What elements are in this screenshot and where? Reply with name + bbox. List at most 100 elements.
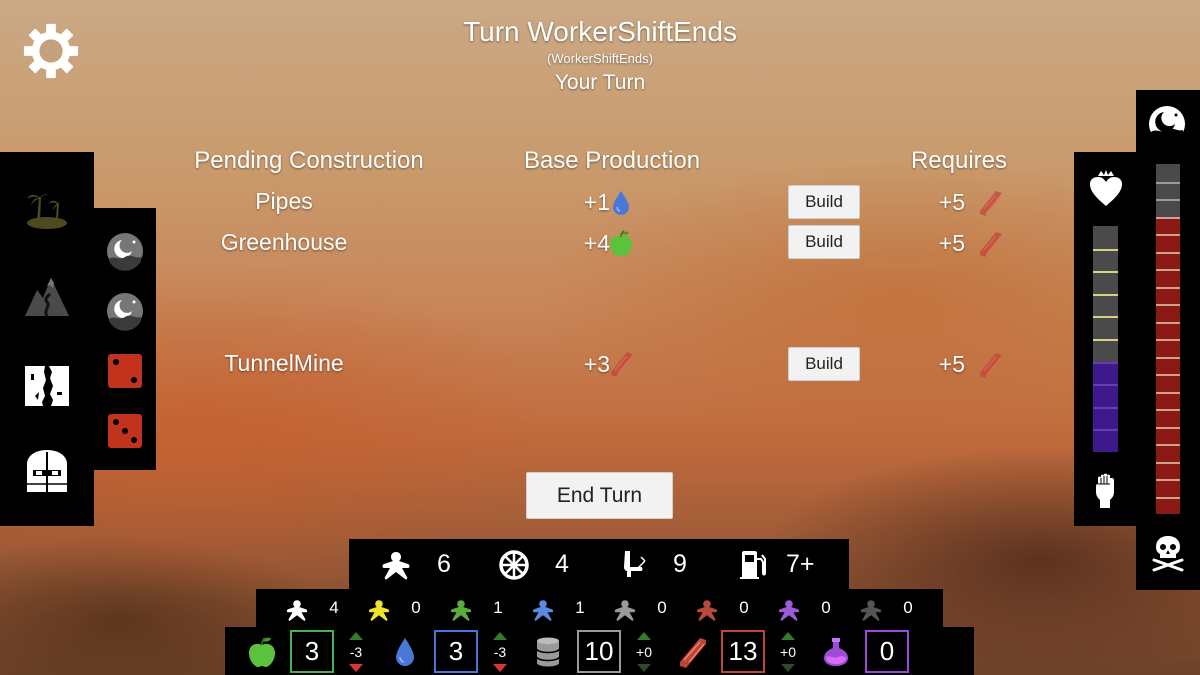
yellow-meeple-count: 0 <box>411 598 421 617</box>
food-value-box: 3 <box>290 630 334 673</box>
night-moon-icon <box>107 293 143 331</box>
construction-name-tunnelmine: TunnelMine <box>224 350 344 376</box>
threat-gauge-cell <box>1156 339 1180 357</box>
threat-gauge-cell <box>1156 409 1180 427</box>
morale-gauge-cell <box>1093 429 1118 452</box>
production-value-tunnelmine: +3 <box>583 351 610 377</box>
purple-meeple-icon <box>778 600 800 621</box>
fuel-delta-value: +0 <box>636 644 652 660</box>
skull-crossbones-icon <box>1152 536 1184 572</box>
gray-meeple-count: 0 <box>657 598 667 617</box>
night-moon-icon <box>107 233 143 271</box>
bunker-door-icon[interactable] <box>23 448 71 496</box>
morale-gauge <box>1093 226 1118 452</box>
seat-icon <box>624 551 646 577</box>
production-value-greenhouse: +4 <box>583 230 610 256</box>
threat-gauge-cell <box>1156 444 1180 462</box>
threat-gauge <box>1156 164 1180 514</box>
morale-gauge-cell <box>1093 226 1118 249</box>
requires-value-pipes: +5 <box>938 189 965 215</box>
die-two-icon <box>108 414 142 448</box>
production-value-pipes: +1 <box>583 189 610 215</box>
threat-gauge-cell <box>1156 321 1180 339</box>
blue-meeple-icon <box>532 600 554 621</box>
threat-gauge-cell <box>1156 496 1180 514</box>
threat-gauge-cell <box>1156 461 1180 479</box>
meeple-bar <box>256 589 943 629</box>
green-meeple-count: 1 <box>493 598 503 617</box>
wheel-value: 4 <box>555 550 569 578</box>
threat-gauge-cell <box>1156 479 1180 497</box>
island-icon[interactable] <box>23 183 71 231</box>
apple-icon <box>249 637 275 667</box>
threat-gauge-cell <box>1156 164 1180 182</box>
steel-beam-icon <box>980 353 1002 378</box>
water-delta-value: -3 <box>493 644 507 660</box>
fuel-value-box: 10 <box>577 630 621 673</box>
threat-gauge-cell <box>1156 199 1180 217</box>
morale-gauge-cell <box>1093 316 1118 339</box>
wheel-icon <box>499 550 529 580</box>
morale-gauge-cell <box>1093 406 1118 430</box>
white-meeple-count: 4 <box>329 598 339 617</box>
threat-gauge-cell <box>1156 286 1180 304</box>
threat-gauge-cell <box>1156 234 1180 252</box>
construction-name-pipes: Pipes <box>255 188 313 214</box>
steel-value-box: 13 <box>721 630 765 673</box>
threat-gauge-cell <box>1156 269 1180 287</box>
medicine-value: 0 <box>879 636 895 666</box>
food-value: 3 <box>304 636 320 666</box>
crowned-heart-icon <box>1090 170 1122 206</box>
morale-gauge-cell <box>1093 248 1118 272</box>
morale-gauge-cell <box>1093 361 1118 385</box>
build-button-pipes[interactable]: Build <box>788 185 860 219</box>
threat-gauge-cell <box>1156 304 1180 322</box>
morale-gauge-cell <box>1093 384 1118 407</box>
workers-total: 6 <box>437 550 451 578</box>
dark-gray-meeple-count: 0 <box>903 598 913 617</box>
water-drop-icon <box>613 191 629 215</box>
morale-gauge-cell <box>1093 293 1118 317</box>
threat-gauge-cell <box>1156 251 1180 269</box>
turn-status: Your Turn <box>554 71 646 94</box>
water-value-box: 3 <box>434 630 478 673</box>
steel-beam-icon <box>611 352 633 377</box>
fuel-value: 10 <box>584 636 614 666</box>
seat-value: 9 <box>673 550 687 578</box>
water-delta: -3 <box>486 632 514 672</box>
threat-gauge-cell <box>1156 216 1180 234</box>
fuel-pump-icon <box>740 551 766 579</box>
construction-name-greenhouse: Greenhouse <box>220 229 348 255</box>
pending-construction-header: Pending Construction <box>194 147 424 174</box>
dark-gray-meeple-icon <box>860 600 882 621</box>
tattered-flag-icon[interactable] <box>23 362 71 410</box>
end-turn-button[interactable]: End Turn <box>526 472 673 519</box>
raised-fist-icon <box>1096 473 1114 508</box>
food-delta-value: -3 <box>349 644 363 660</box>
morale-gauge-cell <box>1093 271 1118 294</box>
die-one-icon <box>108 354 142 388</box>
threat-gauge-cell <box>1156 356 1180 374</box>
barrel-icon <box>536 637 560 667</box>
meeple-icon <box>382 552 410 580</box>
red-meeple-icon <box>696 600 718 621</box>
green-meeple-icon <box>450 600 472 621</box>
fuel-pump-value: 7+ <box>786 550 815 578</box>
mountain-road-icon[interactable] <box>23 272 71 320</box>
steel-value: 13 <box>728 636 758 666</box>
gray-meeple-icon <box>614 600 636 621</box>
turn-title: Turn WorkerShiftEnds <box>463 16 737 47</box>
requires-header: Requires <box>910 147 1008 174</box>
threat-gauge-cell <box>1156 181 1180 199</box>
base-production-header: Base Production <box>523 147 701 174</box>
threat-gauge-cell <box>1156 391 1180 409</box>
build-button-greenhouse[interactable]: Build <box>788 225 860 259</box>
potion-icon <box>824 638 848 666</box>
turn-subtitle: (WorkerShiftEnds) <box>547 51 653 66</box>
water-value: 3 <box>448 636 464 666</box>
medicine-value-box: 0 <box>865 630 909 673</box>
requires-value-tunnelmine: +5 <box>938 351 965 377</box>
steel-delta-value: +0 <box>780 644 796 660</box>
red-meeple-count: 0 <box>739 598 749 617</box>
build-button-tunnelmine[interactable]: Build <box>788 347 860 381</box>
